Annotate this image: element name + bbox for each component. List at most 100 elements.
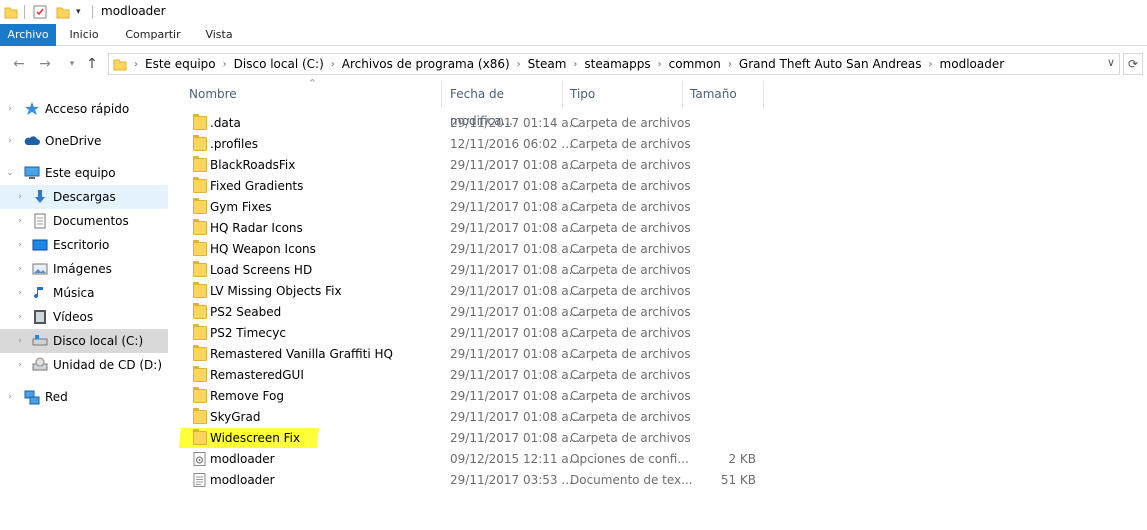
up-arrow-icon[interactable]: ↑ — [84, 56, 100, 72]
folder-icon — [193, 282, 207, 298]
list-item[interactable]: HQ Radar Icons 29/11/2017 01:08 a... Carpe… — [187, 218, 767, 239]
nav-item-descargas[interactable]: › Descargas — [0, 185, 168, 209]
column-header-type[interactable]: Tipo — [564, 81, 683, 108]
file-type: Carpeta de archivos — [570, 326, 691, 340]
chevron-right-icon[interactable]: › — [15, 240, 25, 250]
nav-item-onedrive[interactable]: › OneDrive — [0, 129, 168, 153]
column-header-name[interactable]: Nombre — [183, 81, 442, 108]
nav-item-este-equipo[interactable]: ⌄ Este equipo — [0, 161, 168, 185]
chevron-right-icon[interactable]: › — [5, 104, 15, 114]
column-header-size[interactable]: Tamaño — [684, 81, 764, 108]
chevron-right-icon[interactable]: › — [929, 59, 933, 70]
customize-toolbar-icon[interactable]: ▾ — [76, 4, 81, 20]
chevron-right-icon[interactable]: › — [15, 336, 25, 346]
chevron-right-icon[interactable]: › — [15, 216, 25, 226]
recent-locations-icon[interactable]: ▾ — [64, 56, 80, 72]
nav-item-videos[interactable]: › Vídeos — [0, 305, 168, 329]
folder-icon — [193, 219, 207, 235]
list-item[interactable]: Remove Fog 29/11/2017 01:08 a... Carpeta d… — [187, 386, 767, 407]
list-item[interactable]: Load Screens HD 29/11/2017 01:08 a... Carp… — [187, 260, 767, 281]
list-item[interactable]: Gym Fixes 29/11/2017 01:08 a... Carpeta de… — [187, 197, 767, 218]
list-item[interactable]: LV Missing Objects Fix 29/11/2017 01:08 a… — [187, 281, 767, 302]
list-item[interactable]: PS2 Seabed 29/11/2017 01:08 a... Carpeta d… — [187, 302, 767, 323]
chevron-right-icon[interactable]: › — [573, 59, 577, 70]
nav-item-acceso-rapido[interactable]: › Acceso rápido — [0, 97, 168, 121]
nav-item-unidad-cd[interactable]: › Unidad de CD (D:) — [0, 353, 168, 377]
chevron-right-icon[interactable]: › — [5, 136, 15, 146]
nav-label: Descargas — [53, 190, 116, 204]
folder-icon — [193, 156, 207, 172]
address-dropdown-icon[interactable]: ∨ — [1107, 56, 1115, 69]
file-date: 29/11/2017 01:14 a... — [450, 116, 581, 130]
list-item[interactable]: BlackRoadsFix 29/11/2017 01:08 a... Carpet… — [187, 155, 767, 176]
list-item[interactable]: modloader 09/12/2015 12:11 a... Opciones d… — [187, 449, 767, 470]
file-type: Carpeta de archivos — [570, 221, 691, 235]
folder-icon — [193, 198, 207, 214]
chevron-right-icon[interactable]: › — [15, 360, 25, 370]
file-name: HQ Radar Icons — [210, 221, 303, 235]
nav-item-documentos[interactable]: › Documentos — [0, 209, 168, 233]
file-name: .data — [210, 116, 241, 130]
chevron-right-icon[interactable]: › — [15, 192, 25, 202]
chevron-right-icon[interactable]: › — [658, 59, 662, 70]
folder-icon — [193, 429, 207, 445]
list-item[interactable]: RemasteredGUI 29/11/2017 01:08 a... Carpet… — [187, 365, 767, 386]
cloud-icon — [24, 133, 40, 149]
breadcrumb-common[interactable]: common — [669, 54, 721, 74]
list-item[interactable]: modloader 29/11/2017 03:53 ... Documento d… — [187, 470, 767, 491]
list-item[interactable]: PS2 Timecyc 29/11/2017 01:08 a... Carpeta … — [187, 323, 767, 344]
breadcrumb-steam[interactable]: Steam — [528, 54, 567, 74]
new-folder-icon[interactable] — [56, 4, 70, 20]
tab-vista[interactable]: Vista — [192, 24, 246, 46]
file-date: 29/11/2017 01:08 a... — [450, 368, 581, 382]
breadcrumb-modloader[interactable]: modloader — [940, 54, 1005, 74]
folder-icon — [193, 324, 207, 340]
list-item[interactable]: SkyGrad 29/11/2017 01:08 a... Carpeta de a… — [187, 407, 767, 428]
chevron-down-icon[interactable]: ⌄ — [5, 168, 15, 178]
pictures-icon — [32, 261, 48, 277]
tab-inicio[interactable]: Inicio — [56, 24, 112, 46]
chevron-right-icon[interactable]: › — [223, 59, 227, 70]
chevron-right-icon[interactable]: › — [331, 59, 335, 70]
title-bar: ▾ modloader — [0, 0, 1147, 24]
tab-compartir[interactable]: Compartir — [116, 24, 190, 46]
file-name: Remove Fog — [210, 389, 284, 403]
breadcrumb-steamapps[interactable]: steamapps — [584, 54, 650, 74]
properties-icon[interactable] — [33, 4, 47, 20]
chevron-right-icon[interactable]: › — [5, 392, 15, 402]
refresh-icon[interactable]: ⟳ — [1123, 53, 1143, 75]
chevron-right-icon[interactable]: › — [15, 264, 25, 274]
chevron-right-icon[interactable]: › — [728, 59, 732, 70]
breadcrumb-archivos-programa[interactable]: Archivos de programa (x86) — [342, 54, 510, 74]
list-item[interactable]: Widescreen Fix 29/11/2017 01:08 a... Carpe… — [187, 428, 767, 449]
file-date: 29/11/2017 01:08 a... — [450, 347, 581, 361]
nav-item-escritorio[interactable]: › Escritorio — [0, 233, 168, 257]
nav-item-imagenes[interactable]: › Imágenes — [0, 257, 168, 281]
breadcrumb-gta-sa[interactable]: Grand Theft Auto San Andreas — [739, 54, 922, 74]
nav-item-musica[interactable]: › Música — [0, 281, 168, 305]
list-item[interactable]: .data 29/11/2017 01:14 a... Carpeta de arc… — [187, 113, 767, 134]
chevron-right-icon[interactable]: › — [134, 59, 138, 70]
tab-archivo[interactable]: Archivo — [0, 24, 56, 46]
back-arrow-icon[interactable]: ← — [11, 56, 27, 72]
chevron-right-icon[interactable]: › — [15, 312, 25, 322]
forward-arrow-icon[interactable]: → — [37, 56, 53, 72]
list-item[interactable]: .profiles 12/11/2016 06:02 ... Carpeta de … — [187, 134, 767, 155]
text-file-icon — [193, 473, 207, 487]
nav-item-disco-local[interactable]: › Disco local (C:) — [0, 329, 168, 353]
breadcrumb-este-equipo[interactable]: Este equipo — [145, 54, 216, 74]
column-header-date[interactable]: Fecha de modifica... — [444, 81, 563, 128]
window-title: modloader — [101, 4, 166, 18]
list-item[interactable]: Remastered Vanilla Graffiti HQ 29/11/2017… — [187, 344, 767, 365]
chevron-right-icon[interactable]: › — [517, 59, 521, 70]
nav-item-red[interactable]: › Red — [0, 385, 168, 409]
address-bar[interactable]: › Este equipo › Disco local (C:) › Archi… — [108, 53, 1120, 75]
file-type: Carpeta de archivos — [570, 284, 691, 298]
folder-icon — [193, 114, 207, 130]
network-icon — [24, 389, 40, 405]
chevron-right-icon[interactable]: › — [15, 288, 25, 298]
list-item[interactable]: Fixed Gradients 29/11/2017 01:08 a... Carp… — [187, 176, 767, 197]
file-name: modloader — [210, 473, 275, 487]
breadcrumb-disco-local[interactable]: Disco local (C:) — [234, 54, 324, 74]
list-item[interactable]: HQ Weapon Icons 29/11/2017 01:08 a... Carp… — [187, 239, 767, 260]
